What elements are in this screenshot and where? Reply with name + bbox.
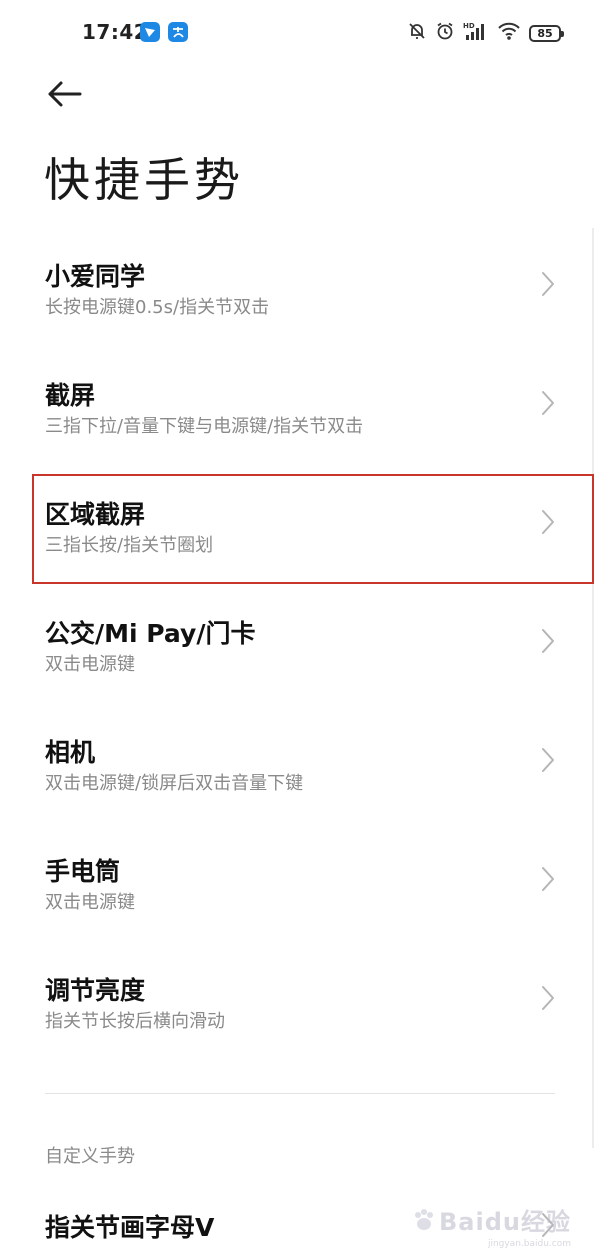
gesture-title: 相机 <box>45 738 96 767</box>
gesture-item-partial-screenshot[interactable]: 区域截屏 三指长按/指关节圈划 <box>0 465 601 584</box>
chevron-right-icon <box>542 1213 554 1237</box>
alarm-icon <box>435 21 455 45</box>
battery-icon: 85 <box>529 24 564 42</box>
gesture-item-camera[interactable]: 相机 双击电源键/锁屏后双击音量下键 <box>0 703 601 822</box>
status-time: 17:42 <box>82 20 149 44</box>
bell-muted-icon <box>407 21 427 45</box>
section-divider <box>45 1093 555 1094</box>
gesture-title: 区域截屏 <box>45 500 146 529</box>
chevron-right-icon <box>542 629 554 653</box>
gesture-subtitle: 长按电源键0.5s/指关节双击 <box>45 297 270 318</box>
gesture-title: 调节亮度 <box>45 976 146 1005</box>
gesture-item-brightness[interactable]: 调节亮度 指关节长按后横向滑动 <box>0 941 601 1060</box>
gesture-subtitle: 三指长按/指关节圈划 <box>45 535 214 556</box>
page-title: 快捷手势 <box>44 153 244 207</box>
chevron-right-icon <box>542 867 554 891</box>
gesture-item-mi-pay[interactable]: 公交/Mi Pay/门卡 双击电源键 <box>0 584 601 703</box>
back-button[interactable] <box>42 72 90 116</box>
gesture-title: 手电筒 <box>45 857 121 886</box>
alipay-app-icon <box>168 22 188 42</box>
gesture-subtitle: 双击电源键 <box>45 892 135 913</box>
wifi-icon <box>497 21 521 45</box>
gesture-subtitle: 三指下拉/音量下键与电源键/指关节双击 <box>45 416 364 437</box>
gesture-item-xiaoai[interactable]: 小爱同学 长按电源键0.5s/指关节双击 <box>0 227 601 346</box>
chevron-right-icon <box>542 986 554 1010</box>
section-header-custom: 自定义手势 <box>45 1146 135 1167</box>
status-icons: HD 85 <box>407 21 564 45</box>
gesture-subtitle: 双击电源键/锁屏后双击音量下键 <box>45 773 304 794</box>
gesture-title: 公交/Mi Pay/门卡 <box>45 619 256 648</box>
gesture-item-knuckle-v[interactable]: 指关节画字母V <box>0 1190 601 1255</box>
chevron-right-icon <box>542 748 554 772</box>
gesture-title: 小爱同学 <box>45 262 146 291</box>
hd-signal-icon: HD <box>463 21 489 45</box>
back-arrow-icon <box>48 81 82 107</box>
svg-text:HD: HD <box>463 22 475 30</box>
chevron-right-icon <box>542 510 554 534</box>
gesture-item-screenshot[interactable]: 截屏 三指下拉/音量下键与电源键/指关节双击 <box>0 346 601 465</box>
feishu-app-icon <box>140 22 160 42</box>
gesture-title: 截屏 <box>45 381 96 410</box>
chevron-right-icon <box>542 391 554 415</box>
chevron-right-icon <box>542 272 554 296</box>
gesture-item-flashlight[interactable]: 手电筒 双击电源键 <box>0 822 601 941</box>
status-bar: 17:42 HD 85 <box>0 0 601 66</box>
gesture-title: 指关节画字母V <box>45 1213 215 1242</box>
gesture-subtitle: 双击电源键 <box>45 654 135 675</box>
gesture-subtitle: 指关节长按后横向滑动 <box>45 1011 225 1032</box>
gesture-list: 小爱同学 长按电源键0.5s/指关节双击 截屏 三指下拉/音量下键与电源键/指关… <box>0 227 601 1060</box>
